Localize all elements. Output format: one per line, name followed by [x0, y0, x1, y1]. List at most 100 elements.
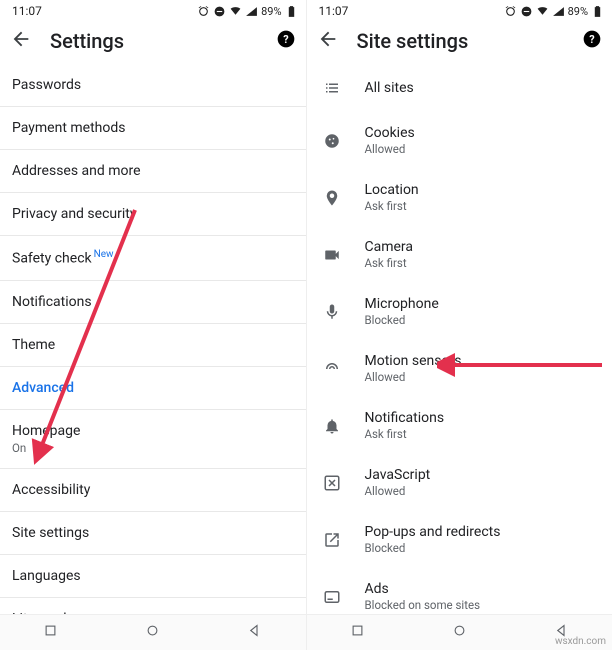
row-label: Passwords: [12, 77, 81, 93]
nav-recent[interactable]: [43, 623, 58, 642]
item-label: Ads: [365, 581, 481, 597]
site-setting-javascript[interactable]: JavaScriptAllowed: [307, 454, 612, 511]
site-setting-motion-sensors[interactable]: Motion sensorsAllowed: [307, 340, 612, 397]
item-label: JavaScript: [365, 467, 431, 483]
settings-row-lite-mode[interactable]: Lite modeOff: [0, 598, 306, 614]
svg-text:?: ?: [589, 33, 594, 46]
camera-icon: [321, 244, 343, 266]
status-time: 11:07: [319, 4, 349, 18]
status-icons: 89%: [504, 5, 604, 18]
settings-row-payment-methods[interactable]: Payment methods: [0, 107, 306, 150]
site-setting-location[interactable]: LocationAsk first: [307, 169, 612, 226]
alarm-icon: [504, 5, 517, 18]
site-settings-list: All sitesCookiesAllowedLocationAsk first…: [307, 64, 612, 614]
settings-row-safety-check[interactable]: Safety checkNew: [0, 236, 306, 281]
item-label: Cookies: [365, 125, 415, 141]
site-setting-cookies[interactable]: CookiesAllowed: [307, 112, 612, 169]
site-setting-notifications[interactable]: NotificationsAsk first: [307, 397, 612, 454]
status-bar: 11:07 89%: [307, 0, 612, 20]
row-label: Theme: [12, 337, 55, 353]
back-button[interactable]: [317, 28, 339, 54]
row-label: Payment methods: [12, 120, 125, 136]
app-bar: Settings ?: [0, 20, 306, 64]
item-sub: Allowed: [365, 484, 431, 498]
battery-icon: [591, 5, 604, 18]
settings-row-notifications[interactable]: Notifications: [0, 281, 306, 324]
item-label: Notifications: [365, 410, 445, 426]
site-setting-all-sites[interactable]: All sites: [307, 64, 612, 112]
item-sub: Ask first: [365, 256, 414, 270]
item-label: Motion sensors: [365, 353, 462, 369]
help-button[interactable]: ?: [582, 29, 602, 53]
row-label: Safety check: [12, 251, 92, 267]
item-sub: Blocked: [365, 313, 439, 327]
item-sub: Ask first: [365, 427, 445, 441]
settings-row-addresses-and-more[interactable]: Addresses and more: [0, 150, 306, 193]
site-setting-camera[interactable]: CameraAsk first: [307, 226, 612, 283]
item-sub: Blocked: [365, 541, 501, 555]
signal-icon: [552, 5, 565, 18]
row-label: Site settings: [12, 525, 89, 541]
item-label: Camera: [365, 239, 414, 255]
item-label: Microphone: [365, 296, 439, 312]
alarm-icon: [197, 5, 210, 18]
settings-pane: 11:07 89% Settings ? Passwords Payment me…: [0, 0, 306, 650]
settings-row-languages[interactable]: Languages: [0, 555, 306, 598]
item-sub: Blocked on some sites: [365, 598, 481, 612]
site-setting-ads[interactable]: AdsBlocked on some sites: [307, 568, 612, 614]
page-title: Site settings: [357, 29, 565, 53]
settings-row-homepage[interactable]: Homepage On: [0, 410, 306, 469]
item-label: Pop-ups and redirects: [365, 524, 501, 540]
new-badge: New: [94, 249, 114, 260]
page-title: Settings: [50, 29, 258, 53]
item-sub: Allowed: [365, 370, 462, 384]
wifi-icon: [536, 5, 549, 18]
settings-row-advanced[interactable]: Advanced: [0, 367, 306, 410]
battery-text: 89%: [261, 5, 281, 18]
mic-icon: [321, 301, 343, 323]
nav-recent[interactable]: [350, 623, 365, 642]
row-sub: On: [12, 441, 294, 455]
popup-icon: [321, 529, 343, 551]
js-icon: [321, 472, 343, 494]
nav-bar: [0, 614, 306, 650]
nav-home[interactable]: [145, 623, 160, 642]
status-bar: 11:07 89%: [0, 0, 306, 20]
nav-home[interactable]: [452, 623, 467, 642]
location-icon: [321, 187, 343, 209]
battery-text: 89%: [568, 5, 588, 18]
cookie-icon: [321, 130, 343, 152]
bell-icon: [321, 415, 343, 437]
back-button[interactable]: [10, 28, 32, 54]
row-label: Privacy and security: [12, 206, 136, 222]
dnd-icon: [520, 5, 533, 18]
settings-list: Passwords Payment methods Addresses and mo…: [0, 64, 306, 614]
status-icons: 89%: [197, 5, 297, 18]
dnd-icon: [213, 5, 226, 18]
nav-back[interactable]: [247, 623, 262, 642]
help-button[interactable]: ?: [276, 29, 296, 53]
settings-row-site-settings[interactable]: Site settings: [0, 512, 306, 555]
site-settings-pane: 11:07 89% Site settings ? All sites Cooki…: [306, 0, 612, 650]
settings-row-accessibility[interactable]: Accessibility: [0, 469, 306, 512]
settings-row-privacy-and-security[interactable]: Privacy and security: [0, 193, 306, 236]
item-sub: Allowed: [365, 142, 415, 156]
settings-row-theme[interactable]: Theme: [0, 324, 306, 367]
row-label: Accessibility: [12, 482, 90, 498]
wifi-icon: [229, 5, 242, 18]
item-label: All sites: [365, 80, 414, 96]
site-setting-pop-ups-and-redirects[interactable]: Pop-ups and redirectsBlocked: [307, 511, 612, 568]
app-bar: Site settings ?: [307, 20, 612, 64]
watermark: wsxdn.com: [555, 636, 606, 647]
row-label: Advanced: [12, 380, 74, 396]
row-label: Addresses and more: [12, 163, 141, 179]
item-label: Location: [365, 182, 419, 198]
signal-icon: [245, 5, 258, 18]
item-sub: Ask first: [365, 199, 419, 213]
row-label: Notifications: [12, 294, 92, 310]
row-label: Languages: [12, 568, 81, 584]
site-setting-microphone[interactable]: MicrophoneBlocked: [307, 283, 612, 340]
row-label: Homepage: [12, 423, 80, 439]
settings-row-passwords[interactable]: Passwords: [0, 64, 306, 107]
battery-icon: [285, 5, 298, 18]
